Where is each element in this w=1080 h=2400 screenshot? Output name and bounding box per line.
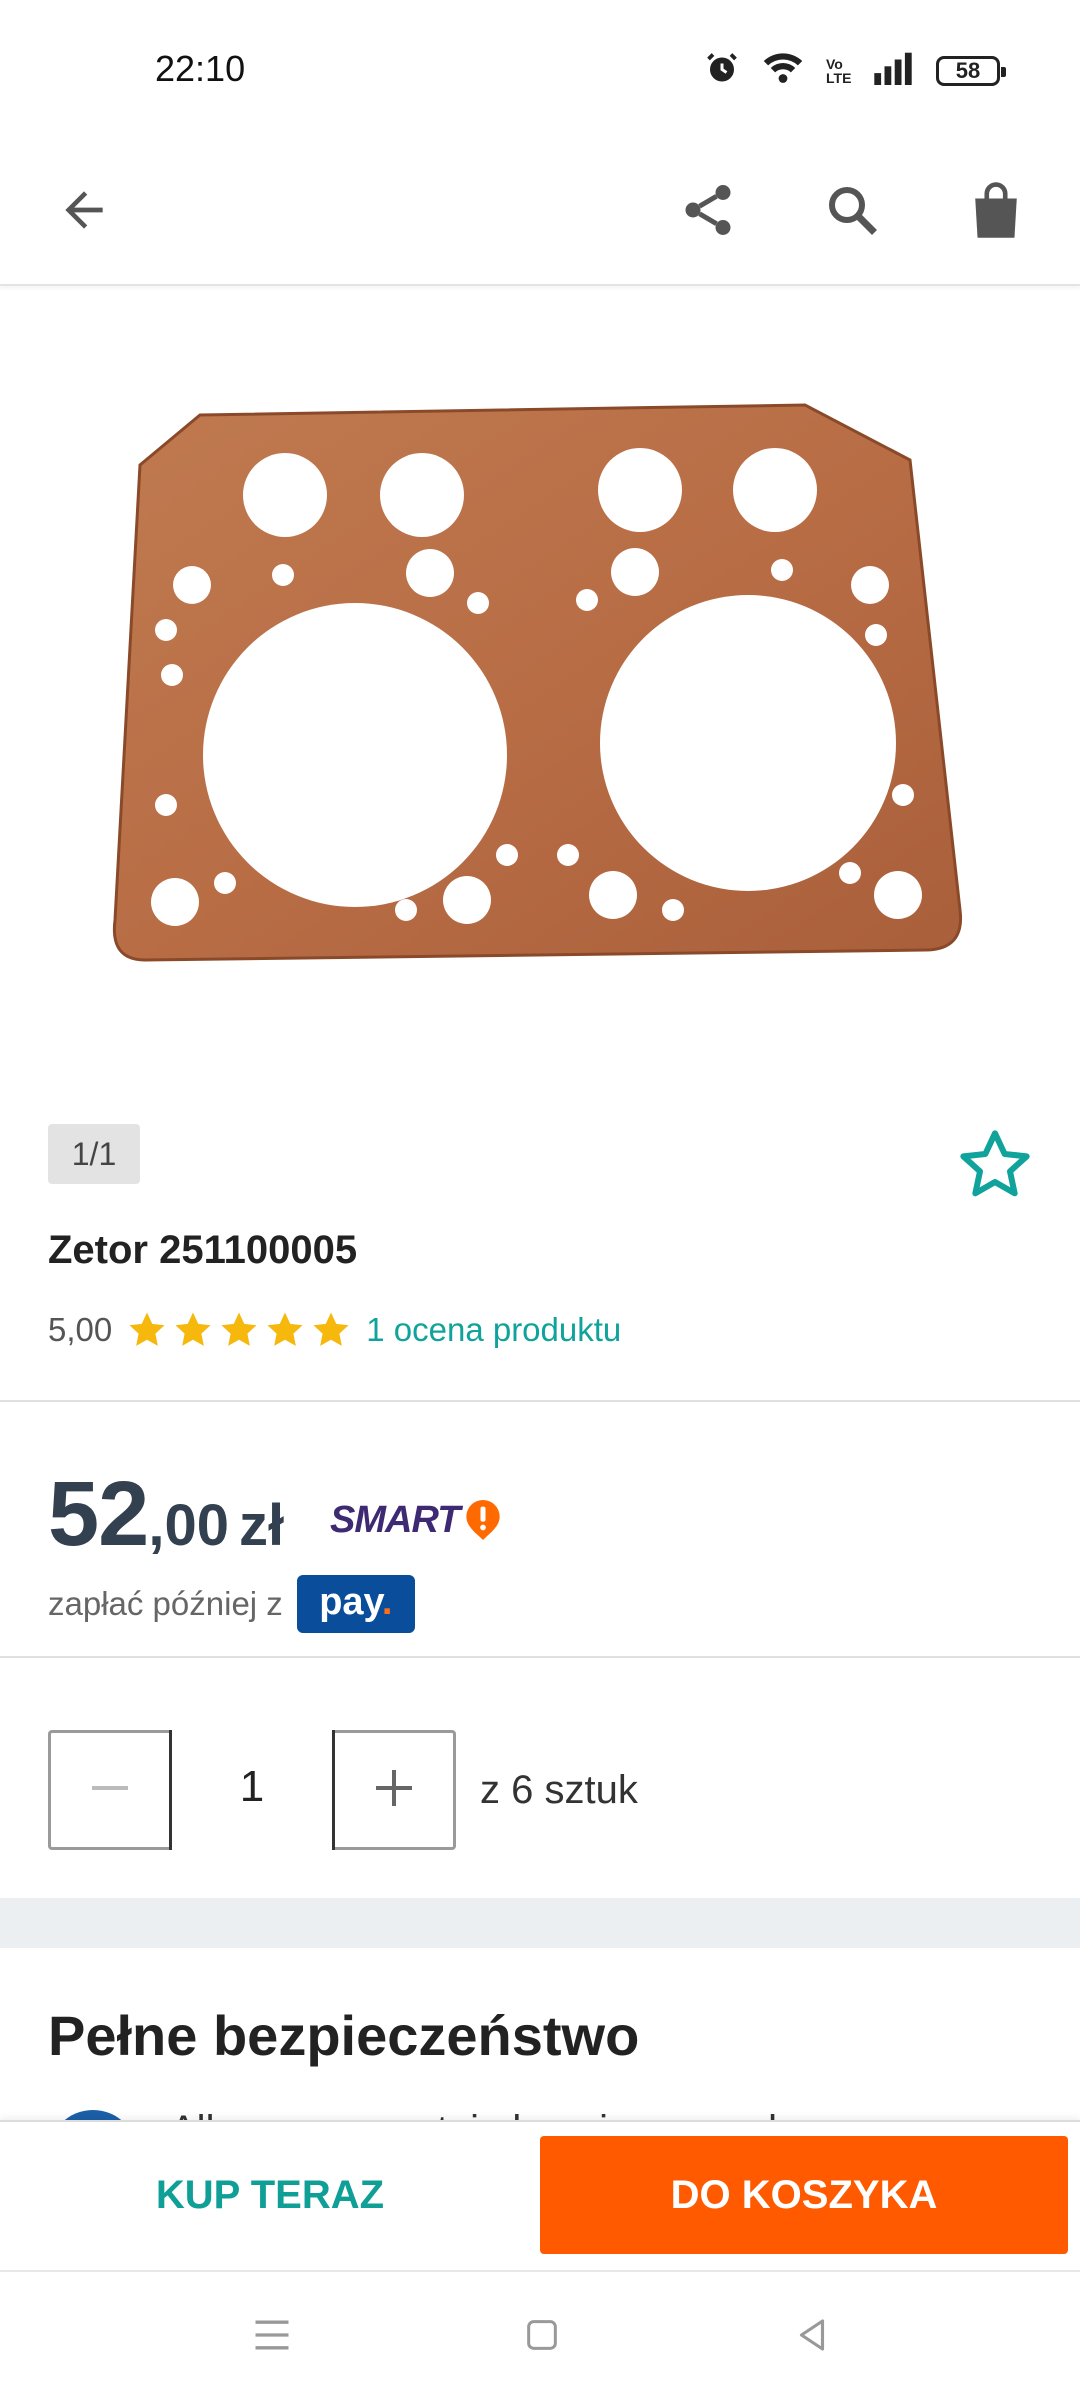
quantity-stepper: 1: [48, 1730, 456, 1850]
search-icon: [822, 180, 882, 245]
divider: [0, 1656, 1080, 1658]
section-separator: [0, 1898, 1080, 1948]
menu-icon: [250, 2313, 294, 2362]
smart-exclamation-icon: [463, 1498, 503, 1542]
star-icon: [175, 1312, 211, 1346]
system-nav-bar: [0, 2270, 1080, 2400]
smart-badge[interactable]: SMART: [330, 1498, 503, 1542]
back-triangle-icon: [791, 2314, 833, 2361]
bottom-action-bar: KUP TERAZ DO KOSZYKA: [0, 2120, 1080, 2270]
share-button[interactable]: [664, 168, 752, 256]
pay-later-text: zapłać później z: [48, 1585, 283, 1622]
rating-count-link[interactable]: 1 ocena produktu: [366, 1311, 621, 1349]
rating-stars: [126, 1309, 352, 1351]
star-icon: [221, 1312, 257, 1346]
quantity-decrease-button[interactable]: [51, 1733, 169, 1847]
price-integer: 52: [48, 1463, 149, 1565]
minus-icon: [86, 1764, 134, 1817]
back-button[interactable]: [40, 168, 128, 256]
price: 52 ,00 zł: [48, 1462, 284, 1567]
menu-nav-button[interactable]: [237, 2302, 307, 2372]
plus-icon: [370, 1764, 418, 1817]
price-decimal: ,00: [148, 1493, 229, 1558]
quantity-available: z 6 sztuk: [480, 1768, 638, 1812]
star-icon: [129, 1312, 165, 1346]
back-arrow-icon: [56, 182, 112, 243]
search-button[interactable]: [808, 168, 896, 256]
rating-value: 5,00: [48, 1311, 113, 1348]
star-icon: [267, 1312, 303, 1346]
favorite-button[interactable]: [955, 1125, 1035, 1205]
signal-icon: [872, 51, 914, 90]
product-image-gallery[interactable]: [70, 290, 1010, 1100]
volte-icon: Vo LTE: [826, 55, 852, 86]
home-nav-button[interactable]: [507, 2302, 577, 2372]
quantity-increase-button[interactable]: [335, 1733, 453, 1847]
smart-label: SMART: [330, 1498, 460, 1541]
star-outline-icon: [955, 1130, 1035, 1209]
status-bar: 22:10 Vo LTE 58: [0, 0, 1080, 140]
cart-button[interactable]: [952, 168, 1040, 256]
app-bar: [0, 140, 1080, 286]
wifi-icon: [762, 50, 804, 91]
home-square-icon: [522, 2315, 562, 2360]
add-to-cart-button[interactable]: DO KOSZYKA: [540, 2136, 1068, 2254]
battery-icon: 58: [936, 55, 1006, 86]
pay-later[interactable]: zapłać później z pay.: [48, 1575, 415, 1633]
alarm-icon: [704, 50, 740, 91]
quantity-input[interactable]: 1: [169, 1730, 335, 1850]
price-currency: zł: [238, 1493, 285, 1558]
status-icons: Vo LTE 58: [704, 50, 1006, 91]
divider: [0, 1400, 1080, 1402]
buy-now-button[interactable]: KUP TERAZ: [0, 2136, 540, 2254]
shopping-bag-icon: [968, 180, 1024, 245]
rating-row: 5,00 1 ocena produktu: [48, 1305, 621, 1355]
allegro-pay-logo: pay.: [296, 1575, 415, 1633]
safety-heading: Pełne bezpieczeństwo: [48, 2004, 640, 2067]
star-icon: [313, 1312, 349, 1346]
image-page-indicator: 1/1: [48, 1124, 140, 1184]
status-time: 22:10: [155, 48, 246, 89]
back-nav-button[interactable]: [777, 2302, 847, 2372]
share-icon: [678, 180, 738, 245]
product-title: Zetor 251100005: [48, 1228, 358, 1272]
product-image: [112, 403, 963, 962]
